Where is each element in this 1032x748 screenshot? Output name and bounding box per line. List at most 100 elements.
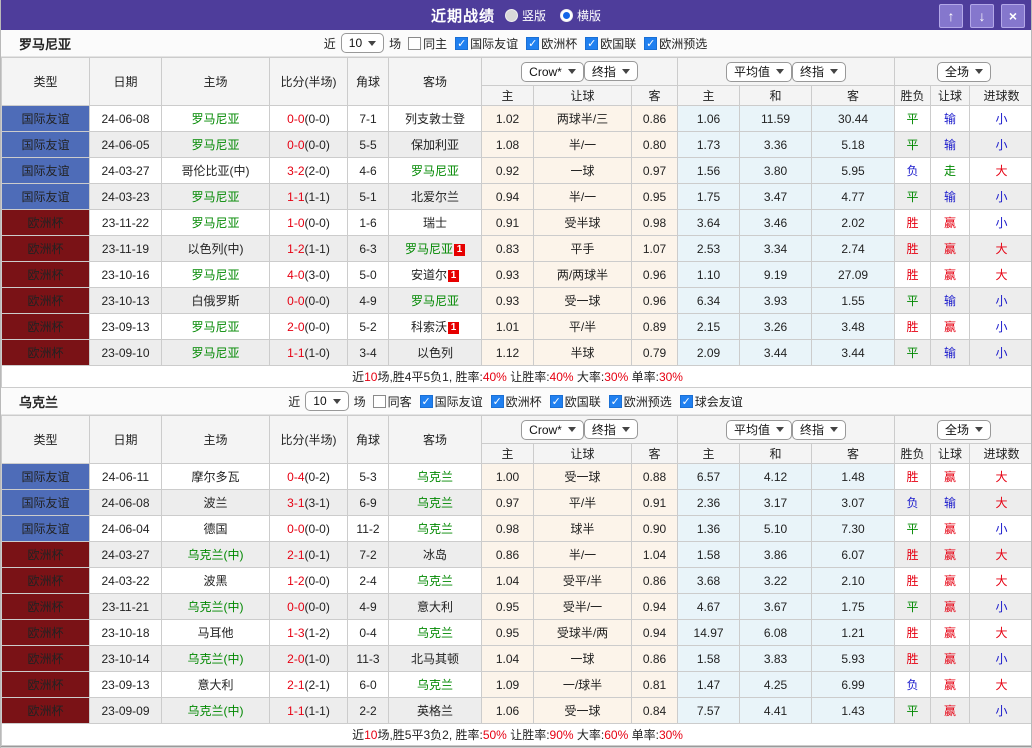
move-down-button[interactable]: ↓ [970, 4, 994, 28]
move-up-button[interactable]: ↑ [939, 4, 963, 28]
avg-away-odds-cell: 1.43 [811, 697, 896, 724]
column-header: 比分(半场) [269, 415, 348, 464]
chevron-down-icon [621, 426, 630, 432]
result-wdl-cell: 平 [894, 339, 932, 366]
competition-filter[interactable]: ✓ 球会友谊 [679, 393, 743, 410]
subcolumn-header: 和 [739, 85, 813, 106]
radio-selected-icon[interactable] [560, 8, 573, 22]
match-date-cell: 24-06-08 [89, 105, 162, 132]
odds-source-select[interactable]: Crow* [521, 61, 584, 82]
halftime-score: (1-1) [304, 189, 330, 204]
same-venue-filter-checkbox[interactable] [408, 36, 422, 50]
result-wdl-cell: 胜 [894, 541, 932, 568]
away-team-name: 瑞士 [422, 216, 447, 230]
score-cell: 0-0(0-0) [269, 593, 348, 620]
competition-filter-label: 球会友谊 [694, 394, 743, 409]
away-team-name: 列支敦士登 [404, 112, 465, 126]
match-count-select[interactable]: 10 [305, 391, 349, 411]
match-row: 欧洲杯 23-09-13 意大利 2-1(2-1) 6-0 乌克兰 1.09 一/球半 0.81… [1, 671, 1031, 698]
competition-filter[interactable]: ✓ 欧国联 [585, 35, 636, 52]
competition-filter-checkbox[interactable]: ✓ [608, 394, 622, 408]
handicap-home-odds-cell: 0.83 [481, 235, 534, 262]
competition-filter-checkbox[interactable]: ✓ [455, 36, 469, 50]
competition-filter[interactable]: ✓ 国际友谊 [419, 393, 483, 410]
home-team-name: 摩尔多瓦 [191, 470, 240, 484]
halftime-score: (0-0) [304, 111, 330, 126]
competition-filter[interactable]: ✓ 欧国联 [549, 393, 601, 410]
chevron-down-icon [567, 69, 576, 75]
odds-source-select[interactable]: 终指 [792, 61, 847, 82]
same-venue-filter[interactable]: 同主 [408, 35, 447, 52]
competition-filter-checkbox[interactable]: ✓ [419, 394, 433, 408]
home-team-cell: 德国 [161, 515, 270, 542]
competition-filter-label: 国际友谊 [434, 394, 483, 409]
score-cell: 4-0(3-0) [269, 261, 348, 288]
layout-mode-radio[interactable]: 横版 [560, 7, 601, 24]
halftime-score: (0-1) [304, 547, 330, 562]
odds-group-header: 全场 [894, 415, 1031, 444]
match-date-cell: 23-09-09 [89, 697, 162, 724]
match-date-cell: 23-09-10 [89, 339, 162, 366]
competition-filter-checkbox[interactable]: ✓ [526, 36, 540, 50]
subcolumn-header: 进球数 [969, 85, 1031, 106]
odds-source-select[interactable]: Crow* [521, 419, 584, 440]
home-team-cell: 罗马尼亚 [161, 105, 270, 132]
halftime-score: (1-1) [304, 241, 330, 256]
match-date-cell: 24-06-04 [89, 515, 162, 542]
competition-filter-checkbox[interactable]: ✓ [549, 394, 563, 408]
corner-cell: 0-4 [347, 619, 389, 646]
odds-source-select[interactable]: 平均值 [726, 61, 793, 82]
competition-filter-checkbox[interactable]: ✓ [585, 36, 599, 50]
home-team-name: 白俄罗斯 [191, 294, 240, 308]
avg-draw-odds-cell: 3.22 [739, 567, 813, 594]
odds-source-select[interactable]: 全场 [937, 61, 992, 82]
home-team-name: 以色列(中) [187, 242, 244, 256]
radio-unselected-icon[interactable] [504, 8, 518, 22]
odds-source-select[interactable]: 终指 [583, 419, 638, 440]
competition-filter[interactable]: ✓ 欧洲预选 [644, 35, 707, 52]
competition-filter-checkbox[interactable]: ✓ [644, 36, 658, 50]
same-venue-filter[interactable]: 同客 [372, 393, 412, 410]
competition-filter[interactable]: ✓ 欧洲预选 [608, 393, 672, 410]
corner-cell: 5-5 [347, 131, 389, 158]
summary-segment: 场,胜5平3负2, 胜率: [377, 728, 483, 742]
chevron-down-icon [567, 427, 576, 433]
handicap-away-odds-cell: 0.79 [630, 339, 679, 366]
competition-filter[interactable]: ✓ 国际友谊 [455, 35, 518, 52]
away-team-cell: 乌克兰 [388, 489, 482, 516]
home-team-name: 罗马尼亚 [191, 138, 240, 152]
competition-filter[interactable]: ✓ 欧洲杯 [490, 393, 542, 410]
result-goals-cell: 小 [969, 593, 1031, 620]
avg-home-odds-cell: 2.09 [677, 339, 741, 366]
odds-source-select[interactable]: 平均值 [726, 419, 793, 440]
avg-home-odds-cell: 2.36 [677, 489, 741, 516]
handicap-line-cell: 半球 [533, 339, 632, 366]
result-goals-cell: 小 [969, 313, 1031, 340]
avg-draw-odds-cell: 3.86 [739, 541, 813, 568]
same-venue-filter-checkbox[interactable] [372, 394, 386, 408]
close-button[interactable]: × [1001, 4, 1025, 28]
result-wdl-cell: 平 [894, 697, 932, 724]
competition-filter[interactable]: ✓ 欧洲杯 [526, 35, 577, 52]
away-team-name: 科索沃 [410, 320, 447, 334]
chevron-down-icon [975, 427, 984, 432]
odds-source-select[interactable]: 终指 [583, 61, 638, 82]
handicap-home-odds-cell: 1.09 [481, 671, 534, 698]
competition-type-cell: 欧洲杯 [1, 339, 90, 366]
avg-draw-odds-cell: 4.12 [739, 463, 813, 490]
away-team-name: 罗马尼亚 [410, 164, 459, 178]
competition-filter-checkbox[interactable]: ✓ [490, 394, 504, 408]
score-cell: 2-0(1-0) [269, 645, 348, 672]
odds-source-select[interactable]: 全场 [937, 419, 992, 440]
score-cell: 1-2(1-1) [269, 235, 348, 262]
result-handicap-cell: 赢 [930, 313, 971, 340]
odds-source-select[interactable]: 终指 [792, 419, 847, 440]
handicap-line-cell: 平/半 [533, 313, 632, 340]
avg-home-odds-cell: 1.73 [677, 131, 741, 158]
score-cell: 2-0(0-0) [269, 313, 348, 340]
competition-filter-checkbox[interactable]: ✓ [679, 394, 693, 408]
result-wdl-cell: 胜 [894, 235, 932, 262]
layout-mode-radio[interactable]: 竖版 [504, 7, 546, 24]
match-count-select[interactable]: 10 [340, 33, 385, 53]
away-team-cell: 冰岛 [388, 541, 482, 568]
